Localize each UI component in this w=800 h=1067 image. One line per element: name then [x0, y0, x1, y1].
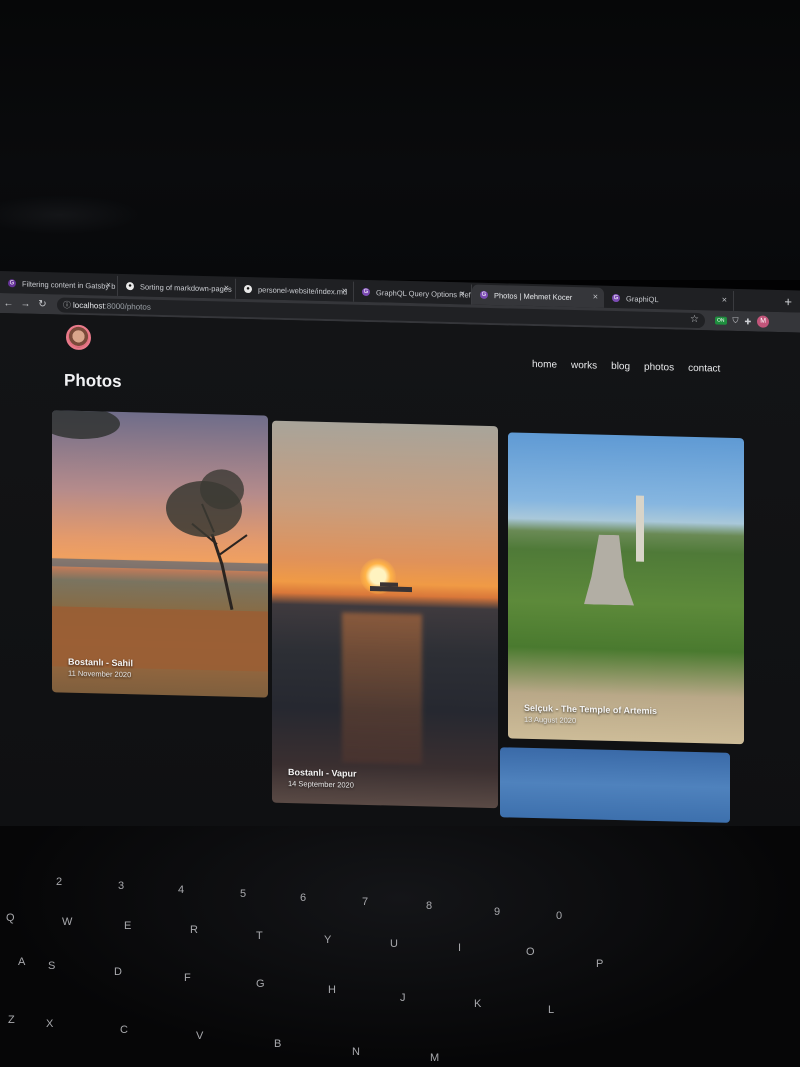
url-path: :8000/photos — [104, 301, 151, 312]
key-e: E — [124, 920, 132, 932]
key-o: O — [526, 946, 535, 958]
key-j: J — [400, 992, 406, 1004]
close-icon[interactable]: × — [593, 291, 598, 301]
site-nav: home works blog photos contact — [532, 359, 720, 375]
key-c: C — [120, 1024, 128, 1036]
photo-caption: Bostanlı - Vapur — [288, 767, 357, 779]
photo-card-temple-artemis[interactable]: Selçuk - The Temple of Artemis 13 August… — [508, 432, 744, 745]
gatsby-icon: G — [362, 287, 370, 297]
extensions-area: ON ⛉ ✚ M — [715, 314, 770, 328]
key-f: F — [184, 972, 191, 984]
nav-works[interactable]: works — [571, 360, 597, 372]
gatsby-icon: G — [8, 279, 16, 288]
key-m: M — [430, 1052, 440, 1064]
close-icon[interactable]: × — [460, 288, 465, 298]
keyboard-keys: Q W E R T Y U I O P A S D F G H J K L Z … — [0, 826, 800, 1067]
gatsby-icon: G — [480, 290, 488, 299]
key-r: R — [190, 924, 198, 936]
temple-ruins — [584, 534, 634, 605]
puzzle-icon[interactable]: ✚ — [745, 317, 752, 326]
tab-title: Photos | Mehmet Kocer — [494, 290, 573, 302]
url-host: localhost — [73, 300, 105, 311]
key-7: 7 — [362, 896, 369, 908]
extension-on-badge[interactable]: ON — [715, 316, 727, 325]
tab-title: Sorting of markdown-pages — [140, 281, 232, 294]
tab-title: Filtering content in Gatsby b — [22, 279, 116, 291]
photo-date: 14 September 2020 — [288, 779, 354, 790]
key-n: N — [352, 1046, 360, 1058]
key-0: 0 — [556, 910, 563, 922]
key-8: 8 — [426, 900, 433, 912]
key-x: X — [46, 1018, 54, 1030]
nav-photos[interactable]: photos — [644, 362, 674, 374]
new-tab-button[interactable]: + — [776, 292, 800, 313]
key-4: 4 — [178, 884, 185, 896]
photo-date: 11 November 2020 — [68, 668, 132, 680]
key-z: Z — [8, 1014, 15, 1026]
shield-icon[interactable]: ⛉ — [733, 316, 739, 326]
page-title: Photos — [64, 370, 122, 391]
github-icon: ● — [244, 284, 252, 294]
key-y: Y — [324, 934, 332, 946]
key-5: 5 — [240, 888, 247, 900]
laptop-screen: G Filtering content in Gatsby b × ● Sort… — [0, 271, 800, 851]
github-icon: ● — [126, 282, 134, 291]
key-w: W — [62, 916, 73, 928]
key-h: H — [328, 984, 336, 996]
key-i: I — [458, 942, 462, 954]
photo-caption: Selçuk - The Temple of Artemis — [524, 702, 658, 717]
photo-card-bostanli-vapur[interactable]: Bostanlı - Vapur 14 September 2020 — [272, 420, 498, 809]
key-k: K — [474, 998, 482, 1010]
key-6: 6 — [300, 892, 307, 904]
key-2: 2 — [56, 876, 63, 888]
forward-icon[interactable]: → — [17, 298, 34, 309]
avatar[interactable] — [66, 324, 91, 351]
key-u: U — [390, 938, 398, 950]
tab-title: GraphiQL — [626, 293, 659, 304]
room-shadow — [0, 195, 140, 235]
nav-blog[interactable]: blog — [611, 361, 630, 372]
close-icon[interactable]: × — [342, 285, 347, 295]
website-page: home works blog photos contact Photos Bo… — [0, 313, 800, 851]
key-s: S — [48, 960, 56, 972]
photo-date: 13 August 2020 — [524, 714, 577, 726]
key-3: 3 — [118, 880, 125, 892]
key-v: V — [196, 1030, 204, 1042]
profile-avatar[interactable]: M — [757, 315, 770, 328]
tab-title: personel-website/index.md — [258, 284, 348, 296]
info-icon[interactable]: ⓘ — [61, 299, 73, 310]
laptop-keyboard: Q W E R T Y U I O P A S D F G H J K L Z … — [0, 826, 800, 1067]
dark-room-background — [0, 0, 800, 280]
reload-icon[interactable]: ↻ — [34, 298, 51, 309]
graphiql-icon: G — [612, 293, 620, 303]
key-q: Q — [6, 912, 15, 924]
close-icon[interactable]: × — [224, 282, 229, 292]
key-a: A — [18, 956, 26, 968]
ship-silhouette — [370, 582, 412, 593]
nav-contact[interactable]: contact — [688, 363, 720, 375]
back-icon[interactable]: ← — [0, 298, 17, 309]
key-p: P — [596, 958, 604, 970]
nav-home[interactable]: home — [532, 359, 557, 371]
key-l: L — [548, 1004, 555, 1016]
bookmark-star-icon[interactable]: ☆ — [690, 313, 699, 324]
photo-caption: Bostanlı - Sahil — [68, 656, 134, 669]
key-b: B — [274, 1038, 282, 1050]
close-icon[interactable]: × — [722, 295, 727, 305]
close-icon[interactable]: × — [106, 280, 111, 290]
temple-column — [636, 495, 644, 562]
tab-title: GraphQL Query Options Ref — [376, 287, 471, 300]
photo-card-bostanli-sahil[interactable]: Bostanlı - Sahil 11 November 2020 — [52, 410, 268, 698]
key-9: 9 — [494, 906, 501, 918]
key-t: T — [256, 930, 263, 942]
photo-card-sea[interactable] — [500, 747, 730, 823]
key-g: G — [256, 978, 265, 990]
key-d: D — [114, 966, 122, 978]
tree-silhouette — [52, 410, 248, 610]
